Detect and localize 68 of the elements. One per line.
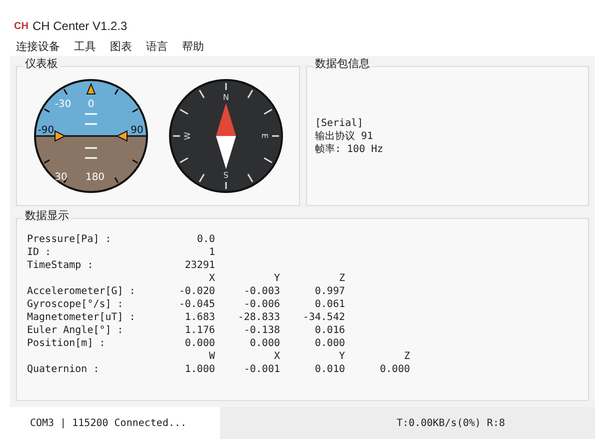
panel-title: 数据包信息 [313,59,372,70]
data-value: -0.006 [242,298,280,311]
data-value: 1.683 [184,311,215,324]
column-header: W [208,350,215,363]
data-label: Euler Angle[°] : [27,324,124,337]
data-value: 0.0 [196,233,215,246]
data-value: -28.833 [236,311,280,324]
needle-south [216,136,236,169]
data-value: 1.000 [184,363,215,376]
data-label: Quaternion : [27,363,100,376]
needle-north [216,103,236,136]
data-value: 1 [208,246,215,259]
scale-label: 90 [130,125,143,136]
data-value: -0.003 [242,285,280,298]
data-value: -0.001 [242,363,280,376]
data-label: Magnetometer[uT] : [27,311,136,324]
heading-letter: N [222,93,228,102]
throughput-status: T:0.00KB/s(0%) R:8 [396,416,506,430]
data-label: TimeStamp : [27,259,94,272]
data-value: -0.020 [178,285,215,298]
column-header: X [272,350,280,363]
menu-item[interactable]: 语言 [144,38,170,56]
pointer-icon [54,130,66,142]
app-logo: CH [14,22,28,32]
menu-item[interactable]: 帮助 [180,38,206,56]
data-label: Gyroscope[°/s] : [27,298,124,311]
window-title: CH Center V1.2.3 [32,20,128,32]
scale-label: 180 [84,172,104,183]
menu-item[interactable]: 图表 [108,38,134,56]
data-value: 0.997 [314,285,345,298]
info-line: [Serial] [315,116,364,130]
column-header: Y [338,350,345,363]
data-value: -34.542 [302,311,345,324]
menu-item[interactable]: 工具 [72,38,98,56]
data-label: Pressure[Pa] : [27,233,112,246]
data-value: 0.016 [314,324,345,337]
data-value: 0.000 [248,337,280,350]
panel-title: 仪表板 [23,59,60,70]
menu-item[interactable]: 连接设备 [14,38,62,56]
heading-letter: S [222,170,228,179]
panel-title: 数据显示 [23,211,71,222]
column-header: Z [402,350,410,363]
data-value: 23291 [184,259,215,272]
scale-label: -30 [54,99,71,110]
column-header: Z [338,272,345,285]
scale-label: 0 [87,99,94,110]
pointer-icon [86,82,96,94]
pointer-icon [115,130,127,142]
connection-status: COM3 | 115200 Connected... [10,407,220,439]
heading-letter: E [260,133,268,139]
column-header: X [208,272,215,285]
info-line: 帧率: 100 Hz [315,142,384,156]
data-value: 0.010 [314,363,345,376]
data-value: 0.000 [378,363,410,376]
data-label: ID : [27,246,52,259]
data-value: 1.176 [184,324,215,337]
data-value: 0.000 [314,337,345,350]
heading-letter: W [182,132,192,140]
scale-label: -90 [37,125,54,136]
info-line: 输出协议 91 [315,130,374,142]
column-header: Y [272,272,280,285]
data-label: Position[m] : [27,337,106,350]
data-label: Accelerometer[G] : [27,285,136,298]
data-value: 0.061 [314,298,345,311]
data-value: 0.000 [184,337,215,350]
data-value: -0.045 [178,298,215,311]
scale-label: 30 [54,172,67,183]
data-value: -0.138 [242,324,280,337]
